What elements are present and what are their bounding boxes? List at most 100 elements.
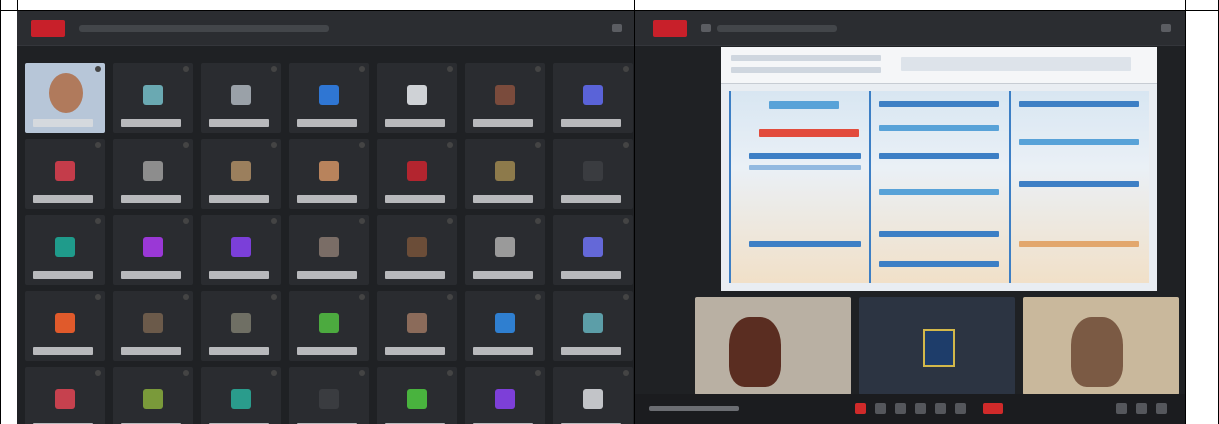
mic-status-icon	[535, 142, 541, 148]
mic-status-icon	[535, 370, 541, 376]
participant-avatar	[55, 313, 75, 333]
participant-avatar	[55, 237, 75, 257]
participant-tile[interactable]	[553, 215, 633, 285]
mic-status-icon	[447, 370, 453, 376]
participant-tile[interactable]	[465, 63, 545, 133]
participant-tile[interactable]	[465, 139, 545, 209]
spreadsheet-toolbar	[721, 47, 1157, 84]
mic-status-icon	[95, 142, 101, 148]
participant-tile[interactable]	[553, 367, 633, 424]
participant-tile[interactable]	[25, 291, 105, 361]
participant-tile[interactable]	[465, 291, 545, 361]
participant-avatar	[495, 313, 515, 333]
participant-tile[interactable]	[113, 215, 193, 285]
table-cell-strip	[879, 231, 999, 237]
participant-tile[interactable]	[113, 139, 193, 209]
table-cell-strip	[769, 101, 839, 109]
participant-tile[interactable]	[377, 215, 457, 285]
participant-tile[interactable]	[377, 367, 457, 424]
participant-avatar	[143, 313, 163, 333]
participant-avatar	[231, 161, 251, 181]
participant-avatar	[319, 389, 339, 409]
table-cell-strip	[1019, 101, 1139, 107]
participants-button[interactable]	[915, 403, 926, 414]
participant-tile[interactable]	[377, 63, 457, 133]
layout-icon[interactable]	[1136, 403, 1147, 414]
video-button[interactable]	[875, 403, 886, 414]
mic-status-icon	[359, 66, 365, 72]
participant-tile[interactable]	[465, 215, 545, 285]
mic-status-icon	[95, 294, 101, 300]
chat-button[interactable]	[935, 403, 946, 414]
record-badge[interactable]	[31, 20, 65, 37]
participant-tile[interactable]	[201, 291, 281, 361]
mic-button[interactable]	[855, 403, 866, 414]
window-controls-icon[interactable]	[612, 24, 622, 32]
participant-name-label	[473, 119, 533, 127]
speaker-thumbnail[interactable]	[695, 297, 851, 395]
participant-tile[interactable]	[113, 291, 193, 361]
participant-tile[interactable]	[289, 367, 369, 424]
mic-status-icon	[359, 370, 365, 376]
participant-tile[interactable]	[201, 367, 281, 424]
mic-status-icon	[183, 142, 189, 148]
participant-avatar	[495, 85, 515, 105]
participant-tile[interactable]	[465, 367, 545, 424]
participant-avatar	[319, 237, 339, 257]
mic-status-icon	[183, 66, 189, 72]
speaker-thumbnail[interactable]	[859, 297, 1015, 395]
participant-tile[interactable]	[201, 215, 281, 285]
participant-tile[interactable]	[201, 63, 281, 133]
table-cell-strip	[879, 189, 999, 195]
participant-avatar	[407, 85, 427, 105]
participant-name-label	[297, 119, 357, 127]
mic-status-icon	[271, 142, 277, 148]
participant-name-label	[385, 119, 445, 127]
participant-name-label	[209, 271, 269, 279]
participant-name-label	[121, 347, 181, 355]
participant-tile[interactable]	[113, 63, 193, 133]
table-cell-strip	[1019, 241, 1139, 247]
reactions-button[interactable]	[955, 403, 966, 414]
participant-name-label	[561, 195, 621, 203]
table-cell-strip	[879, 261, 999, 267]
participant-tile[interactable]	[289, 139, 369, 209]
participant-name-label	[561, 271, 621, 279]
ribbon-row	[731, 67, 881, 73]
leave-button[interactable]	[983, 403, 1003, 414]
participant-tile[interactable]	[25, 367, 105, 424]
participant-tile[interactable]	[25, 215, 105, 285]
participant-tile[interactable]	[289, 63, 369, 133]
table-cell-strip	[879, 153, 999, 159]
participant-tile[interactable]	[113, 367, 193, 424]
participant-tile[interactable]	[553, 291, 633, 361]
participant-tile[interactable]	[377, 291, 457, 361]
participant-tile[interactable]	[553, 139, 633, 209]
participant-tile[interactable]	[289, 291, 369, 361]
participant-tile[interactable]	[25, 139, 105, 209]
participant-tile[interactable]	[553, 63, 633, 133]
meeting-topbar	[17, 11, 634, 46]
participant-tile[interactable]	[289, 215, 369, 285]
participant-name-label	[473, 347, 533, 355]
mic-status-icon	[95, 218, 101, 224]
participant-name-label	[209, 347, 269, 355]
mic-status-icon	[447, 294, 453, 300]
mic-status-icon	[183, 218, 189, 224]
participant-avatar	[407, 313, 427, 333]
settings-icon[interactable]	[1116, 403, 1127, 414]
participant-avatar	[319, 161, 339, 181]
share-button[interactable]	[895, 403, 906, 414]
speaker-thumbnail[interactable]	[1023, 297, 1179, 395]
mic-status-icon	[359, 142, 365, 148]
more-icon[interactable]	[1156, 403, 1167, 414]
participant-tile[interactable]	[377, 139, 457, 209]
mic-status-icon	[271, 66, 277, 72]
record-badge[interactable]	[653, 20, 687, 37]
mic-status-icon	[623, 142, 629, 148]
participant-name-label	[297, 195, 357, 203]
mic-status-icon	[95, 66, 101, 72]
window-controls-icon[interactable]	[1161, 24, 1171, 32]
participant-tile[interactable]	[25, 63, 105, 133]
participant-tile[interactable]	[201, 139, 281, 209]
